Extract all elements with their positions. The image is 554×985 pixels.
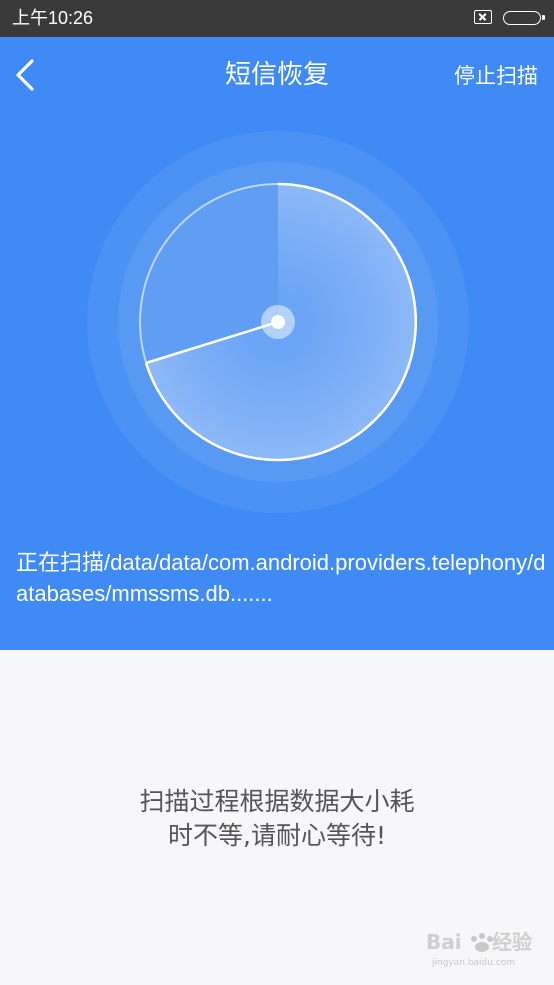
- svg-text:经验: 经验: [492, 930, 532, 954]
- radar-scan-animation: [87, 131, 469, 513]
- scan-path-text: 正在扫描/data/data/com.android.providers.tel…: [16, 550, 546, 606]
- sim-card-x-icon: [474, 10, 492, 24]
- stop-scan-button[interactable]: 停止扫描: [454, 61, 538, 91]
- scan-panel: 短信恢复 停止扫描 正在扫描/data/data/com.android.pro…: [0, 37, 554, 650]
- wait-message-line-2: 时不等,请耐心等待!: [168, 821, 386, 850]
- wait-message: 扫描过程根据数据大小耗 时不等,请耐心等待!: [0, 785, 554, 853]
- svg-text:Bai: Bai: [426, 930, 462, 954]
- status-time: 上午10:26: [12, 8, 94, 28]
- radar-center-dot: [271, 315, 285, 329]
- baidu-watermark-logo: Bai 经验 jingyan.baidu.com: [426, 930, 532, 968]
- wait-message-line-1: 扫描过程根据数据大小耗: [139, 787, 415, 816]
- svg-text:jingyan.baidu.com: jingyan.baidu.com: [431, 958, 515, 968]
- status-bar: 上午10:26: [0, 0, 554, 37]
- battery-icon: [503, 11, 545, 25]
